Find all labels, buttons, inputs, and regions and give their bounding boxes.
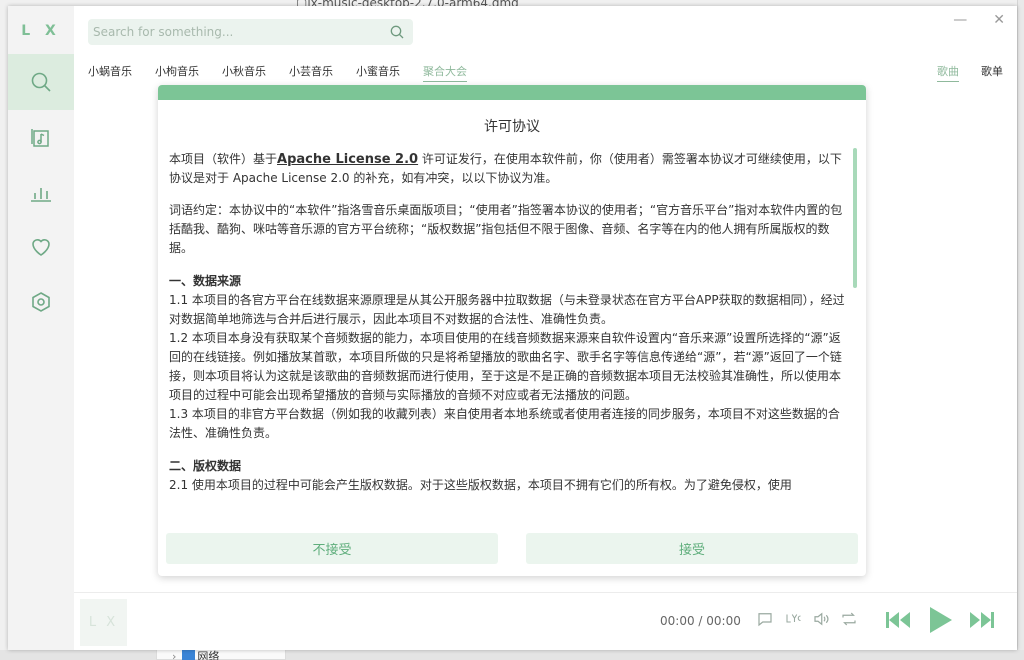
source-tabs: 小蜗音乐 小枸音乐 小秋音乐 小芸音乐 小蜜音乐 聚合大会 [88, 63, 467, 82]
play-icon[interactable] [926, 605, 954, 635]
heart-icon [32, 239, 50, 256]
reject-button[interactable]: 不接受 [166, 533, 498, 564]
apache-license-link[interactable]: Apache License 2.0 [277, 152, 418, 167]
dialog-accent-bar [158, 85, 866, 100]
dialog-title: 许可协议 [484, 119, 540, 135]
clause-1-1: 1.1 本项目的各官方平台在线数据来源原理是从其公开服务器中拉取数据（与未登录状… [169, 293, 845, 326]
player-controls [884, 605, 996, 635]
tab-playlists[interactable]: 歌单 [981, 63, 1003, 82]
sidebar-item-song-list[interactable] [8, 109, 74, 165]
scrollbar[interactable] [853, 148, 857, 522]
sidebar: L X [8, 6, 74, 650]
type-tabs: 歌曲 歌单 [937, 63, 1003, 82]
license-content[interactable]: 本项目（软件）基于Apache License 2.0 许可证发行，在使用本软件… [169, 150, 849, 520]
clause-1-2: 1.2 本项目本身没有获取某个音频数据的能力，本项目使用的在线音频数据来源来自软… [169, 331, 842, 402]
search-icon[interactable] [389, 24, 405, 40]
search-input[interactable] [93, 25, 373, 39]
sidebar-item-search[interactable] [8, 54, 74, 110]
volume-icon[interactable] [812, 610, 830, 628]
tab-source-aggregate[interactable]: 聚合大会 [423, 63, 467, 82]
repeat-icon[interactable] [840, 610, 858, 628]
app-logo: L X [21, 23, 61, 39]
play-time: 00:00 / 00:00 [660, 614, 741, 628]
tab-source-4[interactable]: 小芸音乐 [289, 63, 333, 82]
background-desktop [0, 650, 1024, 660]
close-icon[interactable]: ✕ [993, 12, 1005, 28]
license-intro: 本项目（软件）基于Apache License 2.0 许可证发行，在使用本软件… [169, 152, 842, 185]
sidebar-item-settings[interactable] [8, 274, 74, 330]
search-bar [88, 19, 413, 45]
settings-icon [32, 292, 50, 312]
chevron-right-icon: › [172, 650, 177, 660]
tab-source-2[interactable]: 小枸音乐 [155, 63, 199, 82]
lyric-icon[interactable] [784, 610, 802, 628]
sidebar-item-favorites[interactable] [8, 219, 74, 275]
clause-1-3: 1.3 本项目的非官方平台数据（例如我的收藏列表）来自使用者本地系统或者使用者连… [169, 407, 840, 440]
search-icon [31, 72, 51, 92]
playlist-icon [31, 129, 49, 147]
background-window-edge [1017, 0, 1024, 660]
minimize-icon[interactable]: — [953, 12, 967, 28]
tab-source-1[interactable]: 小蜗音乐 [88, 63, 132, 82]
sidebar-item-leaderboard[interactable] [8, 164, 74, 220]
tab-source-3[interactable]: 小秋音乐 [222, 63, 266, 82]
network-folder-icon [182, 650, 196, 660]
tab-source-5[interactable]: 小蜜音乐 [356, 63, 400, 82]
next-track-icon[interactable] [968, 609, 996, 631]
comment-icon[interactable] [756, 610, 774, 628]
window-controls: — ✕ [953, 12, 1005, 28]
license-terms: 词语约定：本协议中的“本软件”指洛雪音乐桌面版项目；“使用者”指签署本协议的使用… [169, 203, 843, 255]
section-title-data-source: 一、数据来源 [169, 274, 242, 288]
player-bar: L X 00:00 / 00:00 [74, 592, 1017, 650]
clause-2-1: 2.1 使用本项目的过程中可能会产生版权数据。对于这些版权数据，本项目不拥有它们… [169, 478, 792, 492]
license-dialog: 许可协议 本项目（软件）基于Apache License 2.0 许可证发行，在… [158, 85, 866, 576]
album-cover[interactable]: L X [80, 599, 127, 646]
previous-track-icon[interactable] [884, 609, 912, 631]
leaderboard-icon [31, 188, 51, 202]
scrollbar-thumb[interactable] [853, 148, 857, 288]
tab-songs[interactable]: 歌曲 [937, 63, 959, 82]
section-title-copyright: 二、版权数据 [169, 459, 242, 473]
player-tools [756, 610, 858, 628]
accept-button[interactable]: 接受 [526, 533, 858, 564]
